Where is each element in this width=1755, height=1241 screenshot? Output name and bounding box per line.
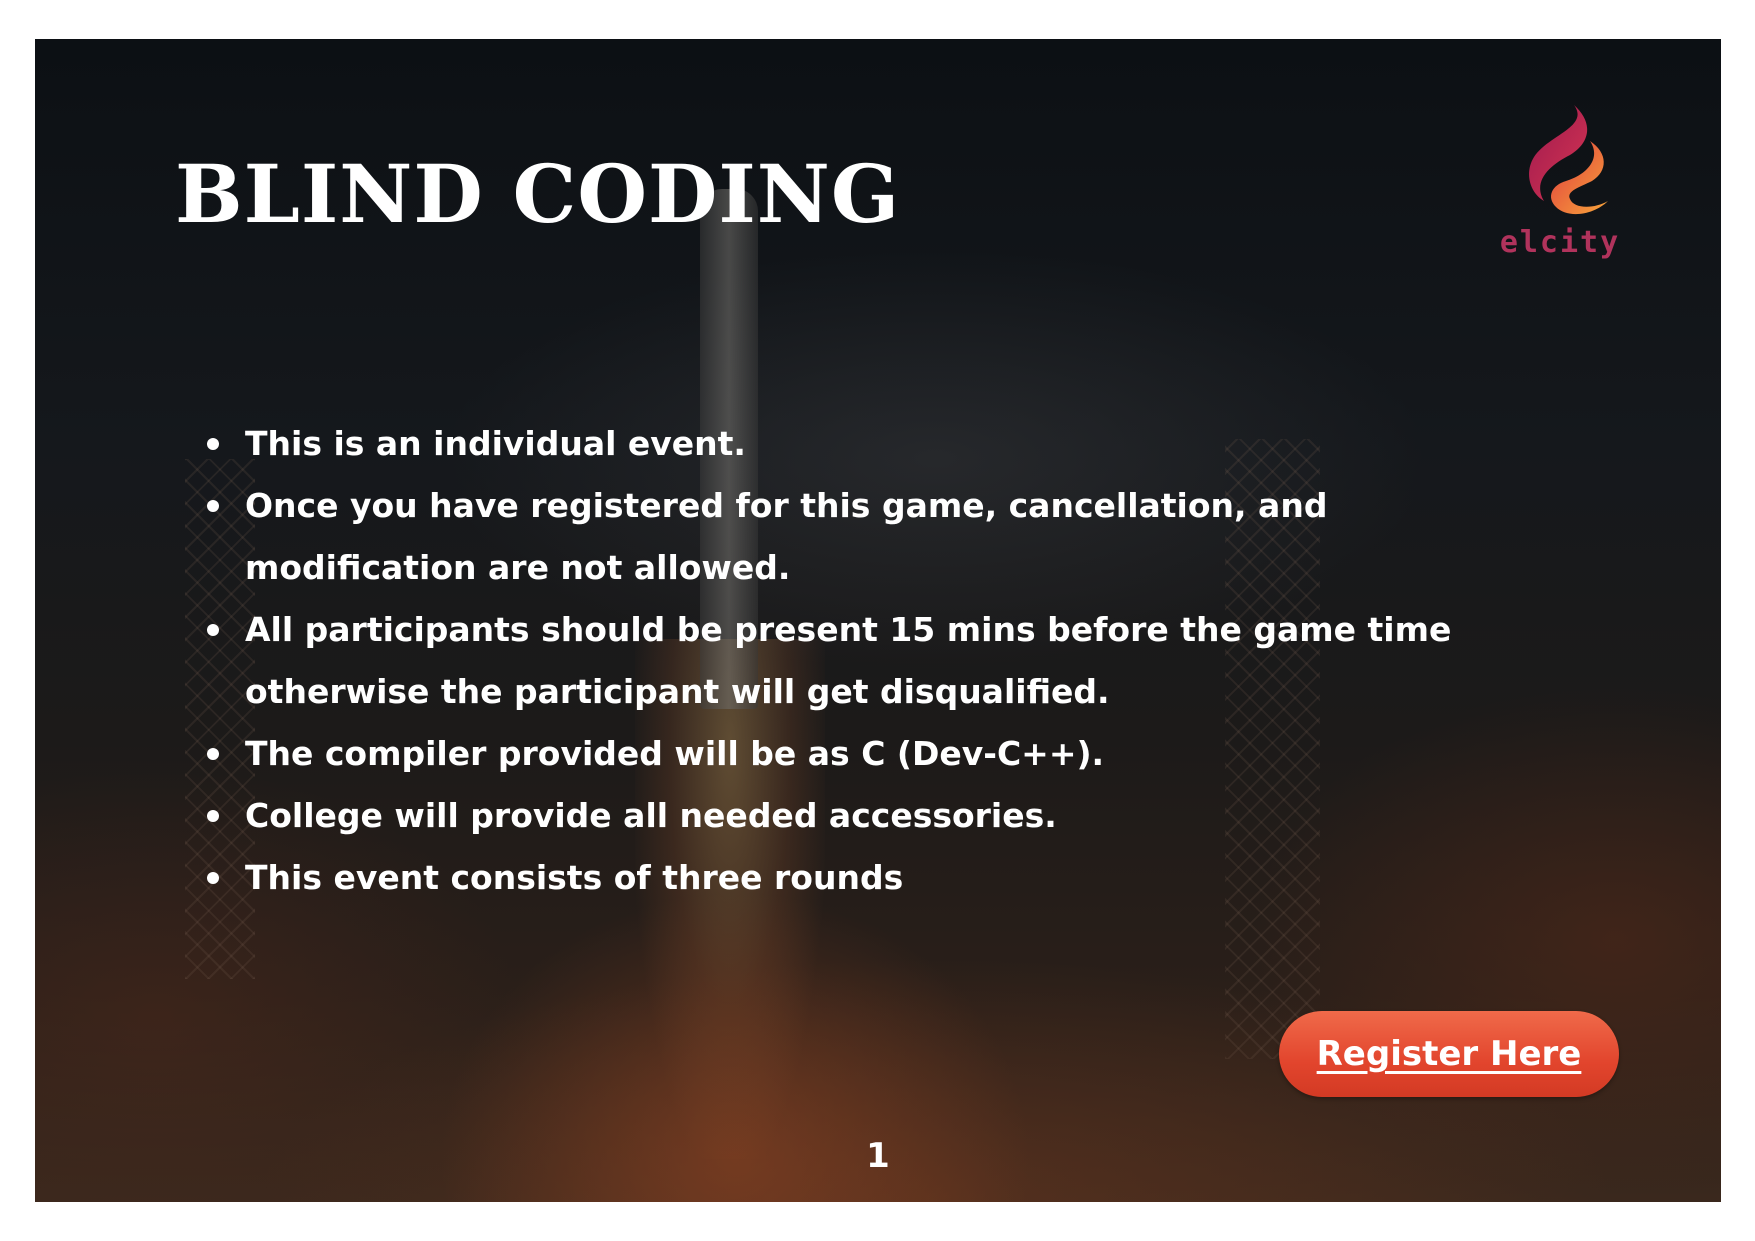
flame-icon [1529, 105, 1608, 215]
rule-item: The compiler provided will be as C (Dev-… [207, 723, 1545, 785]
rule-item: This event consists of three rounds [207, 847, 1545, 909]
rule-item: Once you have registered for this game, … [207, 475, 1545, 599]
page-title: BLIND CODING [175, 147, 901, 241]
rule-item: All participants should be present 15 mi… [207, 599, 1545, 723]
event-slide: BLIND CODING elcity This is an individua… [35, 39, 1721, 1202]
rules-list: This is an individual event. Once you ha… [185, 413, 1545, 909]
page-number: 1 [866, 1136, 890, 1176]
elcity-logo: elcity [1490, 101, 1630, 281]
rule-item: This is an individual event. [207, 413, 1545, 475]
register-button[interactable]: Register Here [1279, 1011, 1619, 1097]
logo-wordmark: elcity [1499, 225, 1621, 260]
rule-item: College will provide all needed accessor… [207, 785, 1545, 847]
